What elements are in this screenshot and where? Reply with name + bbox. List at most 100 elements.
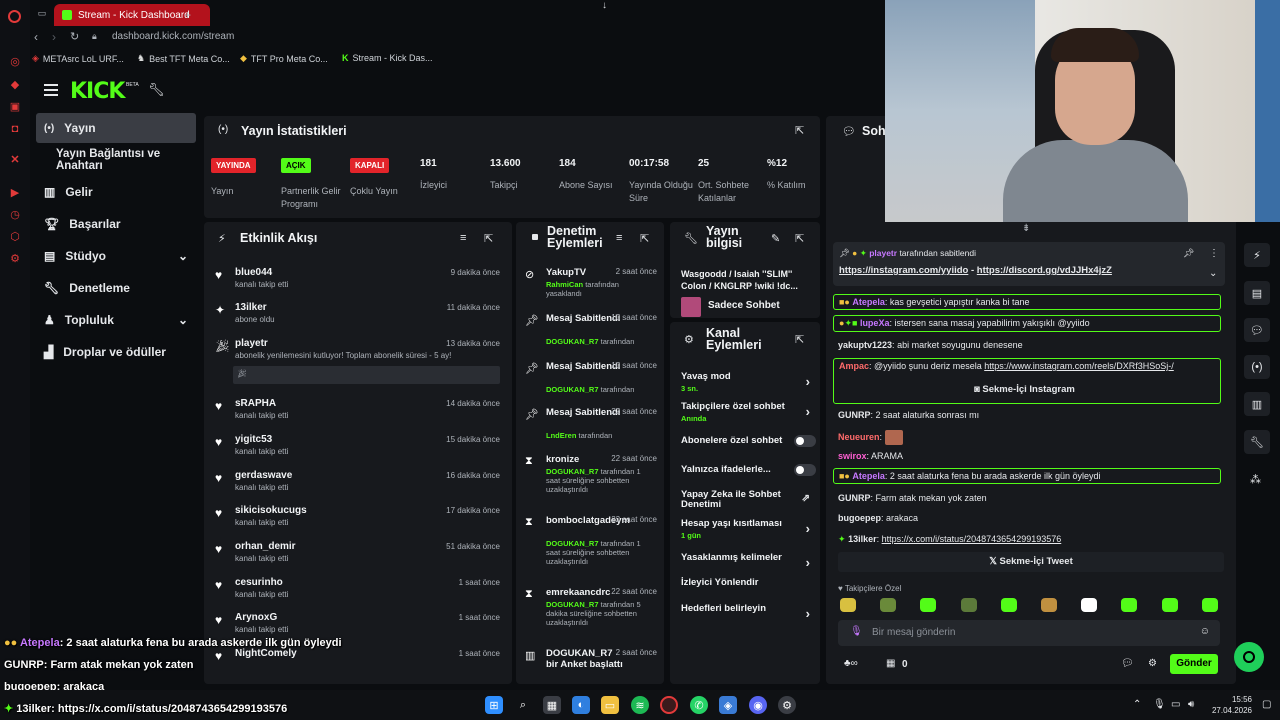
emote-icon[interactable]: [840, 598, 856, 612]
tray-expand-icon[interactable]: ⌃: [1133, 699, 1141, 710]
activity-user[interactable]: sikicisokucugs: [235, 505, 307, 516]
more-icon[interactable]: ⋮: [1209, 248, 1219, 259]
collapse-icon[interactable]: ⇟: [1022, 223, 1030, 234]
clock[interactable]: 15:56 27.04.2026: [1208, 694, 1252, 716]
chat-user[interactable]: Atepela: [852, 297, 885, 307]
back-icon[interactable]: ‹: [34, 30, 38, 44]
chat-user[interactable]: swirox: [838, 451, 867, 461]
channel-action-item[interactable]: Yapay Zeka ile Sohbet Denetimi ⇗: [681, 490, 816, 514]
chevron-right-icon[interactable]: ›: [806, 555, 810, 570]
moderation-row[interactable]: ⧗ kronize 22 saat önce DOGUKAN_R7 tarafında…: [520, 454, 660, 494]
chevron-right-icon[interactable]: ›: [806, 606, 810, 621]
chat-user[interactable]: GUNRP: [838, 410, 871, 420]
network-icon[interactable]: ▭: [1171, 699, 1180, 710]
bookmark-4[interactable]: K Stream - Kick Das...: [342, 53, 433, 63]
moderation-row[interactable]: 📌︎ Mesaj Sabitlendi 10 saat önce DOGUKAN_R7…: [520, 313, 660, 353]
history-icon[interactable]: ◷: [8, 208, 22, 222]
activity-user[interactable]: blue044: [235, 267, 272, 278]
popout-icon[interactable]: ⇱: [795, 232, 804, 245]
sidebar-item-drops[interactable]: ▟ Droplar ve ödüller: [36, 338, 196, 366]
edit-icon[interactable]: ✎: [771, 232, 780, 245]
emote-icon[interactable]: [1041, 598, 1057, 612]
chat-input[interactable]: 🎙︎ Bir mesaj gönderin ☺: [838, 620, 1220, 646]
activity-row[interactable]: ♥ blue044 kanalı takip etti 9 dakika önce: [212, 267, 508, 301]
moderation-row[interactable]: ⊘ YakupTV 2 saat önce RahmiCan tarafından y…: [520, 267, 660, 307]
forward-icon[interactable]: ›: [52, 30, 56, 44]
edge-icon[interactable]: ◐: [572, 696, 590, 714]
moderator-name[interactable]: DOGUKAN_R7: [546, 539, 599, 548]
mic-icon[interactable]: 🎙︎: [1153, 699, 1166, 710]
send-button[interactable]: Gönder: [1170, 654, 1218, 674]
tab-islands-icon[interactable]: ▭: [36, 7, 48, 19]
popout-icon[interactable]: ⇱: [640, 232, 649, 245]
chat-message[interactable]: ●✦■ lupeXa: istersen sana masaj yapabili…: [833, 315, 1221, 332]
instagram-icon[interactable]: ◘: [8, 122, 22, 136]
chat-options-icon[interactable]: 💬︎: [1121, 658, 1134, 669]
unpin-icon[interactable]: 📌︎: [1183, 248, 1194, 259]
emote-icon[interactable]: [1001, 598, 1017, 612]
aria-icon[interactable]: ◎: [8, 55, 22, 69]
sidebar-item-stream[interactable]: (•) Yayın: [36, 113, 196, 143]
kick-logo[interactable]: KICK: [70, 79, 125, 104]
chat-user[interactable]: Atepela: [852, 471, 885, 481]
external-link-icon[interactable]: ⇗: [802, 493, 810, 504]
filter-icon[interactable]: ≡: [616, 232, 622, 244]
reload-icon[interactable]: ↻: [70, 30, 79, 43]
chat-message[interactable]: GUNRP: 2 saat alaturka sonrası mı: [838, 410, 979, 420]
emote-icon[interactable]: [1162, 598, 1178, 612]
chat-user[interactable]: lupeXa: [860, 318, 890, 328]
chat-link[interactable]: https://x.com/i/status/20487436542991935…: [882, 534, 1062, 544]
bookmark-3[interactable]: ◆ TFT Pro Meta Co...: [240, 53, 328, 64]
sidebar-item-stream-key[interactable]: Yayın Bağlantısı ve Anahtarı: [48, 146, 208, 174]
settings-icon[interactable]: ⚙: [8, 252, 22, 266]
filter-icon[interactable]: ≡: [460, 232, 466, 244]
toggle-switch[interactable]: [794, 435, 816, 447]
sidebar-item-moderation[interactable]: 🔧︎ Denetleme: [36, 274, 196, 302]
broadcast-icon[interactable]: (•): [1244, 355, 1270, 379]
channel-action-item[interactable]: Hesap yaşı kısıtlaması 1 gün ›: [681, 519, 816, 543]
activity-row[interactable]: ♥ sikicisokucugs kanalı takip etti 17 dakik…: [212, 505, 508, 539]
chevron-right-icon[interactable]: ›: [806, 404, 810, 419]
wrench-icon[interactable]: 🔧︎: [1244, 430, 1270, 454]
moderator-name[interactable]: RahmiCan: [546, 280, 583, 289]
moderation-row[interactable]: ⧗ emrekaancdrc 22 saat önce DOGUKAN_R7 tara…: [520, 587, 660, 627]
channel-action-item[interactable]: Yalnızca ifadelerle...: [681, 464, 816, 489]
bot-icon[interactable]: ♣∞: [844, 658, 858, 669]
activity-user[interactable]: yigitc53: [235, 434, 272, 445]
messenger-icon[interactable]: ▣: [8, 100, 22, 114]
emote-icon[interactable]: [880, 598, 896, 612]
activity-user[interactable]: ArynoxG: [235, 612, 277, 623]
mic-icon[interactable]: 🎙︎: [850, 626, 863, 637]
chat-message[interactable]: Neueuren:: [838, 430, 903, 445]
pinboard-icon[interactable]: ⬡: [8, 230, 22, 244]
chat-user[interactable]: bugoepep: [838, 513, 881, 523]
instagram-embed-button[interactable]: ◙ Sekme-İçi Instagram: [974, 384, 1075, 395]
emoji-icon[interactable]: ☺: [1200, 626, 1210, 637]
chat-message[interactable]: bugoepep: arakaca: [838, 513, 918, 523]
channel-action-item[interactable]: Takipçilere özel sohbet Anında ›: [681, 402, 816, 426]
toggle-switch[interactable]: [794, 464, 816, 476]
new-tab-icon[interactable]: +: [184, 8, 191, 22]
chat-message[interactable]: Ampac: @yyiido şunu deriz mesela https:/…: [833, 358, 1221, 404]
channel-action-item[interactable]: İzleyici Yönlendir: [681, 578, 816, 602]
activity-user[interactable]: NightComely: [235, 648, 297, 659]
discord-icon[interactable]: ◉: [749, 696, 767, 714]
chat-user[interactable]: yakuptv1223: [838, 340, 892, 350]
notification-icon[interactable]: ▢: [1262, 699, 1271, 710]
activity-row[interactable]: ♥ gerdaswave kanalı takip etti 16 dakika ön…: [212, 470, 508, 504]
activity-user[interactable]: cesurinho: [235, 577, 283, 588]
chat-user[interactable]: Ampac: [839, 361, 869, 371]
lightning-icon[interactable]: ⚡︎: [1244, 243, 1270, 267]
moderator-name[interactable]: DOGUKAN_R7: [546, 600, 599, 609]
chat-message[interactable]: GUNRP: Farm atak mekan yok zaten: [838, 493, 987, 503]
channel-action-item[interactable]: Hedefleri belirleyin ›: [681, 604, 816, 628]
x-twitter-icon[interactable]: ✕: [8, 153, 22, 167]
chat-link[interactable]: https://www.instagram.com/reels/DXRf3HSo…: [984, 361, 1174, 371]
document-icon[interactable]: ▤: [1244, 281, 1270, 305]
tweet-embed-button[interactable]: 𝕏 Sekme-İçi Tweet: [838, 552, 1224, 572]
popout-icon[interactable]: ⇱: [795, 124, 804, 137]
channel-action-item[interactable]: Yavaş mod 3 sn. ›: [681, 372, 816, 396]
chat-icon[interactable]: 💬︎: [1244, 318, 1270, 342]
opera-icon[interactable]: [660, 696, 678, 714]
popout-icon[interactable]: ⇱: [484, 232, 493, 245]
